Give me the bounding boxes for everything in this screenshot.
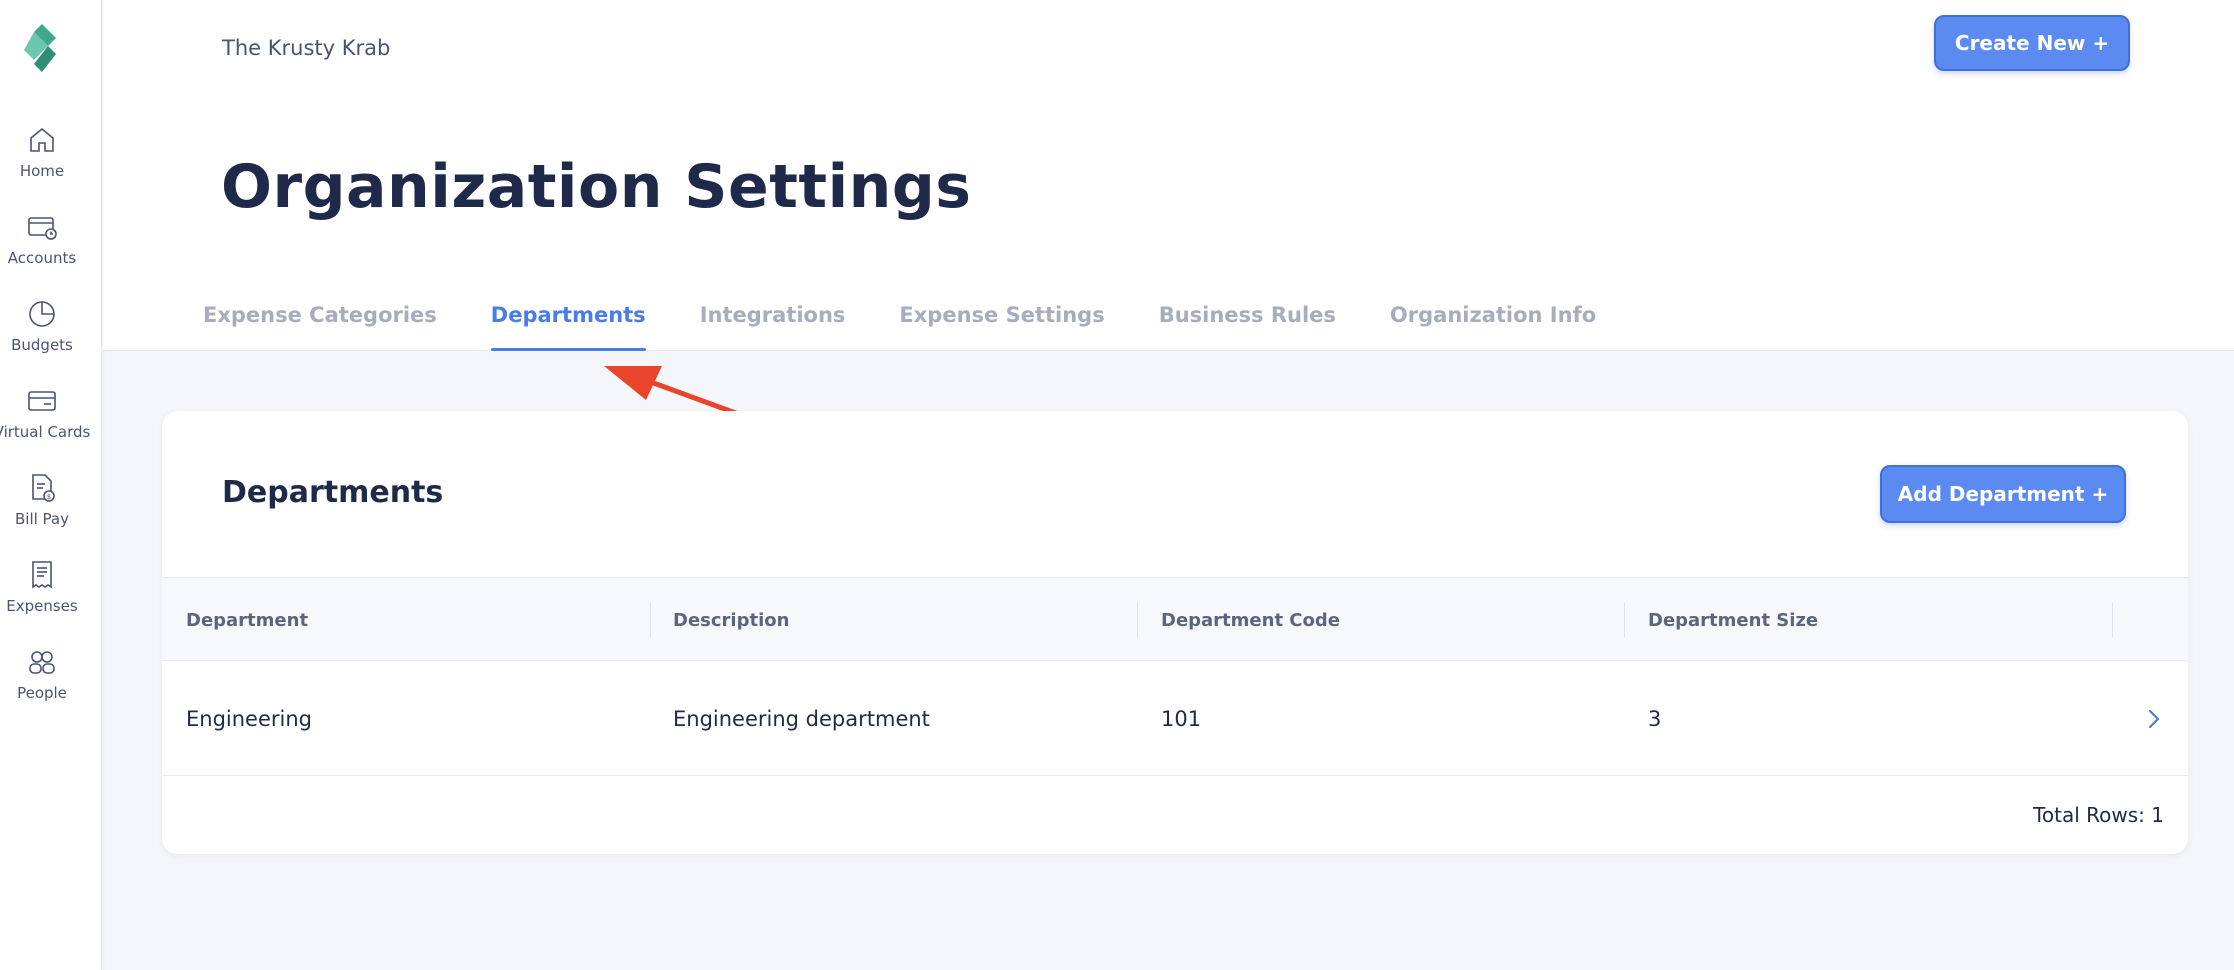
- people-icon: [29, 651, 55, 674]
- sidebar-item-budgets[interactable]: Budgets: [0, 298, 84, 368]
- add-department-button[interactable]: Add Department +: [1880, 465, 2126, 523]
- page-title: Organization Settings: [221, 152, 972, 222]
- column-divider: [1137, 602, 1138, 638]
- settings-tabs: Expense Categories Departments Integrati…: [203, 300, 1650, 351]
- departments-card: Departments Add Department + Department …: [162, 411, 2188, 854]
- cell-department-code: 101: [1161, 706, 1202, 731]
- card-icon: [28, 391, 56, 411]
- cell-description: Engineering department: [673, 706, 930, 731]
- sidebar-item-label: Bill Pay: [14, 510, 69, 528]
- tab-business-rules[interactable]: Business Rules: [1159, 300, 1336, 351]
- accounts-icon: [28, 217, 57, 240]
- column-divider: [650, 602, 651, 638]
- sidebar-item-virtual-cards[interactable]: Virtual Cards: [0, 385, 90, 455]
- organization-name: The Krusty Krab: [222, 36, 391, 60]
- column-divider: [1624, 602, 1625, 638]
- sidebar-item-label: Accounts: [7, 249, 77, 267]
- column-divider: [2112, 602, 2113, 638]
- page-header: The Krusty Krab Create New + Organizatio…: [103, 0, 2234, 351]
- sidebar-item-label: People: [17, 684, 67, 702]
- cell-department: Engineering: [186, 706, 312, 731]
- sidebar-item-expenses[interactable]: Expenses: [0, 559, 84, 629]
- card-title: Departments: [222, 475, 444, 510]
- sidebar-item-label: Expenses: [6, 597, 78, 615]
- table-row[interactable]: Engineering Engineering department 101 3: [162, 661, 2188, 776]
- tab-expense-categories[interactable]: Expense Categories: [203, 300, 437, 351]
- column-header-department-size[interactable]: Department Size: [1648, 578, 1818, 662]
- svg-text:$: $: [47, 493, 51, 501]
- tab-organization-info[interactable]: Organization Info: [1390, 300, 1596, 351]
- table-header: Department Description Department Code D…: [162, 577, 2188, 661]
- column-header-department-code[interactable]: Department Code: [1161, 578, 1340, 662]
- sidebar-item-label: Budgets: [11, 336, 73, 354]
- receipt-icon: [32, 561, 52, 589]
- invoice-icon: $: [32, 474, 55, 502]
- tab-integrations[interactable]: Integrations: [700, 300, 846, 351]
- tab-departments[interactable]: Departments: [490, 300, 646, 351]
- column-header-department[interactable]: Department: [186, 578, 308, 662]
- pie-chart-icon: [29, 301, 55, 327]
- sidebar-item-accounts[interactable]: Accounts: [0, 211, 84, 281]
- app-logo-icon[interactable]: [20, 22, 64, 74]
- sidebar-item-people[interactable]: People: [0, 646, 84, 716]
- tab-expense-settings[interactable]: Expense Settings: [899, 300, 1104, 351]
- cell-department-size: 3: [1648, 706, 1662, 731]
- sidebar-item-bill-pay[interactable]: $ Bill Pay: [0, 472, 84, 542]
- create-new-button[interactable]: Create New +: [1934, 15, 2130, 71]
- sidebar-item-label: Virtual Cards: [0, 423, 91, 441]
- sidebar: Home Accounts Budgets Virtual Cards $ Bi…: [0, 0, 102, 970]
- chevron-right-icon[interactable]: [2142, 705, 2166, 733]
- sidebar-item-home[interactable]: Home: [0, 124, 84, 194]
- column-header-description[interactable]: Description: [673, 578, 789, 662]
- sidebar-item-label: Home: [19, 162, 65, 180]
- total-rows: Total Rows: 1: [2033, 803, 2164, 827]
- home-icon: [30, 127, 54, 152]
